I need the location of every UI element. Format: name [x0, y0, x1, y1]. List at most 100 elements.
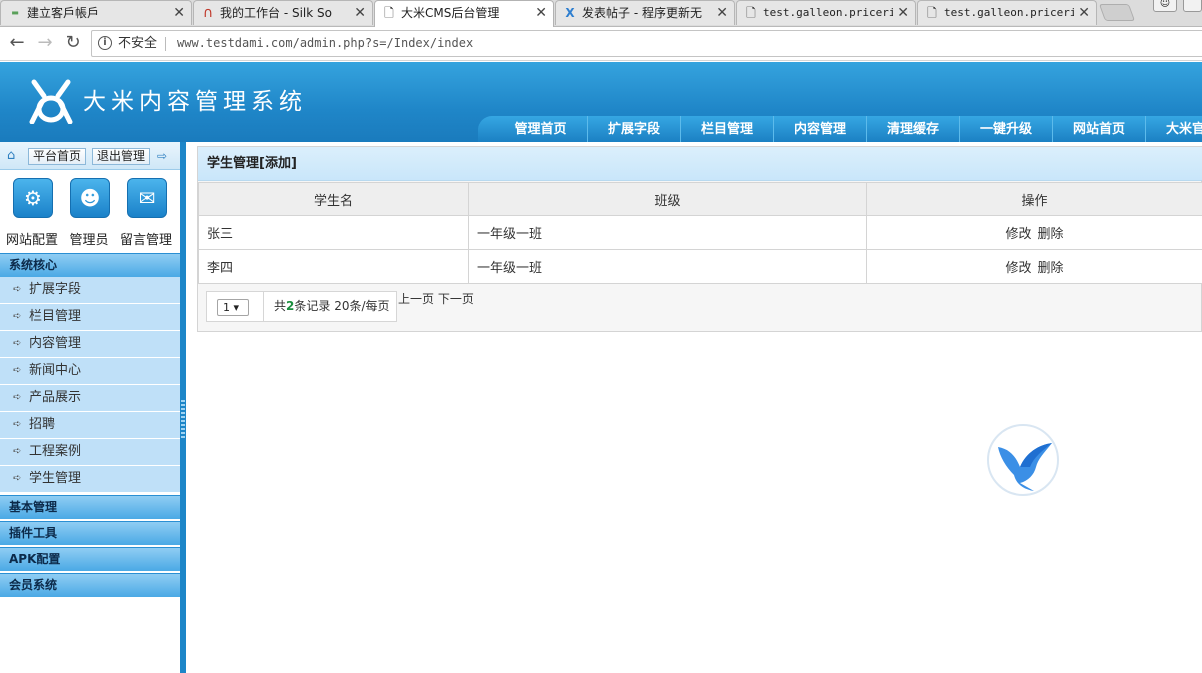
- arrow-icon: ➪: [13, 446, 22, 457]
- sidebar-splitter[interactable]: [180, 142, 186, 673]
- sidebar-item-label: 招聘: [29, 417, 56, 432]
- sidebar-section-system-core[interactable]: 系统核心: [0, 253, 180, 277]
- close-icon[interactable]: ✕: [535, 1, 547, 25]
- close-icon[interactable]: ✕: [1078, 1, 1090, 25]
- top-nav-item[interactable]: 栏目管理: [680, 116, 773, 142]
- prev-page-link[interactable]: 上一页: [398, 292, 434, 306]
- top-nav-item[interactable]: 大米官: [1145, 116, 1202, 142]
- splitter-grip[interactable]: [181, 400, 185, 438]
- arrow-icon: ➪: [13, 311, 22, 322]
- student-table: 学生名 班级 操作 张三 一年级一班 修改 删除 李四 一年级一班 修改 删除: [198, 182, 1202, 284]
- divider: [263, 292, 264, 321]
- browser-tab-title: 建立客戶帳戶: [27, 6, 100, 20]
- table-row: 张三 一年级一班 修改 删除: [198, 215, 1202, 250]
- sidebar-item-label: 学生管理: [29, 471, 82, 486]
- info-icon[interactable]: i: [98, 36, 112, 50]
- home-icon[interactable]: ⌂: [7, 149, 21, 163]
- browser-tab[interactable]: ▬ 建立客戶帳戶 ✕: [0, 0, 192, 25]
- actions-cell: 修改 删除: [866, 249, 1202, 284]
- next-page-link[interactable]: 下一页: [438, 292, 474, 306]
- message-board-icon: ✉: [127, 178, 167, 218]
- column-header: 操作: [866, 182, 1202, 216]
- sidebar-section-members[interactable]: 会员系统: [0, 573, 180, 597]
- chevron-down-icon: ▾: [233, 301, 240, 314]
- quick-link-messages[interactable]: ✉ 留言管理: [116, 176, 176, 251]
- forward-icon[interactable]: →: [33, 31, 57, 55]
- cms-header: 大米内容管理系统 管理首页 扩展字段 栏目管理 内容管理 清理缓存 一键升级 网…: [0, 62, 1202, 142]
- logout-button[interactable]: 退出管理: [92, 148, 151, 165]
- sidebar-section-apk[interactable]: APK配置: [0, 547, 180, 571]
- browser-tab[interactable]: 🗋 test.galleon.priceri ✕: [917, 0, 1097, 25]
- sidebar-item[interactable]: ➪ 内容管理: [0, 331, 180, 358]
- window-control-button[interactable]: [1183, 0, 1202, 12]
- reload-icon[interactable]: ↻: [61, 31, 85, 55]
- profile-icon[interactable]: ☺: [1153, 0, 1177, 12]
- close-icon[interactable]: ✕: [897, 1, 909, 25]
- panel-title[interactable]: 学生管理[添加]: [198, 147, 1202, 181]
- delete-link[interactable]: 删除: [1038, 227, 1064, 242]
- record-count-suffix: 条记录 20条/每页: [294, 299, 390, 313]
- close-icon[interactable]: ✕: [354, 1, 366, 25]
- quick-link-site-config[interactable]: ⚙ 网站配置: [2, 176, 62, 251]
- sidebar-item-label: 扩展字段: [29, 282, 82, 297]
- sidebar-item-label: 栏目管理: [29, 309, 82, 324]
- student-name-cell: 张三: [198, 215, 469, 250]
- sidebar-item-label: 工程案例: [29, 444, 82, 459]
- exit-icon[interactable]: ⇨: [157, 150, 173, 162]
- student-name-cell: 李四: [198, 249, 469, 284]
- arrow-icon: ➪: [13, 338, 22, 349]
- sidebar-item[interactable]: ➪ 栏目管理: [0, 304, 180, 331]
- browser-tab-active[interactable]: 🗋 大米CMS后台管理 ✕: [374, 0, 554, 27]
- sidebar-item[interactable]: ➪ 扩展字段: [0, 277, 180, 304]
- top-nav-item[interactable]: 管理首页: [494, 116, 587, 142]
- arrow-icon: ➪: [13, 419, 22, 430]
- sidebar-section-basic[interactable]: 基本管理: [0, 495, 180, 519]
- browser-tab[interactable]: 🗋 test.galleon.priceri ✕: [736, 0, 916, 25]
- edit-link[interactable]: 修改: [1005, 261, 1031, 276]
- back-icon[interactable]: ←: [5, 31, 29, 55]
- sidebar-item[interactable]: ➪ 工程案例: [0, 439, 180, 466]
- sidebar-item[interactable]: ➪ 产品展示: [0, 385, 180, 412]
- sidebar-item[interactable]: ➪ 学生管理: [0, 466, 180, 493]
- sidebar: ⌂ 平台首页 退出管理 ⇨ ⚙ 网站配置 ☻ 管理员 ✉ 留言管理 系统核心 ➪…: [0, 142, 180, 673]
- top-nav-item[interactable]: 一键升级: [959, 116, 1052, 142]
- bird-widget-icon[interactable]: [986, 423, 1060, 497]
- gear-icon: ⚙: [13, 178, 53, 218]
- close-icon[interactable]: ✕: [173, 1, 185, 25]
- sidebar-top-bar: ⌂ 平台首页 退出管理 ⇨: [0, 142, 180, 170]
- logo-icon: [29, 79, 73, 124]
- page-icon: 🗋: [384, 6, 394, 20]
- browser-tab[interactable]: ∩ 我的工作台 - Silk So ✕: [193, 0, 373, 25]
- admin-badge-icon: ☻: [70, 178, 110, 218]
- sidebar-item-label: 新闻中心: [29, 363, 82, 378]
- new-tab-button[interactable]: [1098, 4, 1136, 21]
- sidebar-section-plugins[interactable]: 插件工具: [0, 521, 180, 545]
- url-text[interactable]: www.testdami.com/admin.php?s=/Index/inde…: [177, 31, 473, 56]
- browser-tab[interactable]: X 发表帖子 - 程序更新无 ✕: [555, 0, 735, 25]
- sidebar-item[interactable]: ➪ 新闻中心: [0, 358, 180, 385]
- column-header: 学生名: [198, 182, 469, 216]
- platform-home-button[interactable]: 平台首页: [28, 148, 87, 165]
- close-icon[interactable]: ✕: [716, 1, 728, 25]
- top-nav-item[interactable]: 网站首页: [1052, 116, 1145, 142]
- top-nav-item[interactable]: 扩展字段: [587, 116, 680, 142]
- security-label[interactable]: 不安全: [118, 31, 157, 56]
- edit-link[interactable]: 修改: [1005, 227, 1031, 242]
- record-count: 共2条记录 20条/每页: [274, 292, 390, 321]
- top-nav-item[interactable]: 内容管理: [773, 116, 866, 142]
- browser-tab-title: 大米CMS后台管理: [401, 6, 500, 20]
- quick-link-admin[interactable]: ☻ 管理员: [59, 176, 119, 251]
- table-header-row: 学生名 班级 操作: [198, 182, 1202, 216]
- sidebar-item[interactable]: ➪ 招聘: [0, 412, 180, 439]
- account-icon: ▬: [11, 8, 19, 17]
- record-count-prefix: 共: [274, 299, 287, 313]
- table-row: 李四 一年级一班 修改 删除: [198, 249, 1202, 284]
- top-nav-item[interactable]: 清理缓存: [866, 116, 959, 142]
- page-select[interactable]: 1 ▾: [217, 299, 249, 316]
- browser-toolbar: ← → ↻ i 不安全 www.testdami.com/admin.php?s…: [0, 27, 1202, 61]
- class-cell: 一年级一班: [468, 249, 867, 284]
- delete-link[interactable]: 删除: [1038, 261, 1064, 276]
- actions-cell: 修改 删除: [866, 215, 1202, 250]
- address-bar[interactable]: i 不安全 www.testdami.com/admin.php?s=/Inde…: [91, 30, 1202, 57]
- quick-link-label: 网站配置: [5, 233, 58, 248]
